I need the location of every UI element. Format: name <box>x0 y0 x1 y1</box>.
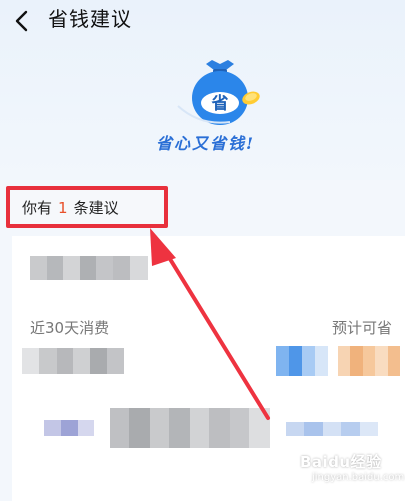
suggestion-count-row[interactable]: 你有 1 条建议 <box>6 186 168 228</box>
blurred-saving-block-blue <box>276 346 328 376</box>
page-title: 省钱建议 <box>48 7 132 31</box>
blurred-list-text <box>110 408 270 448</box>
blurred-saving-block-orange <box>338 346 400 376</box>
money-bag-logo: 省 <box>177 60 260 125</box>
suggestion-count: 1 <box>58 199 68 217</box>
suggestion-text: 你有 1 条建议 <box>22 198 119 218</box>
suggestion-suffix: 条建议 <box>73 199 119 217</box>
blurred-list-action <box>286 422 378 436</box>
suggestion-prefix: 你有 <box>22 199 53 217</box>
watermark-url: jingyan.baidu.com <box>312 472 405 483</box>
estimated-saving-label: 预计可省 <box>332 319 393 337</box>
blurred-list-icon <box>44 420 94 436</box>
watermark-brand: Baidu经验 <box>300 453 382 471</box>
blurred-amount-block <box>22 348 124 374</box>
chevron-left-icon[interactable] <box>6 4 40 38</box>
slogan: 省心又省钱! <box>155 134 256 153</box>
svg-text:省: 省 <box>211 93 229 114</box>
blurred-title-block <box>30 256 148 280</box>
consumption-label: 近30天消费 <box>30 319 110 337</box>
